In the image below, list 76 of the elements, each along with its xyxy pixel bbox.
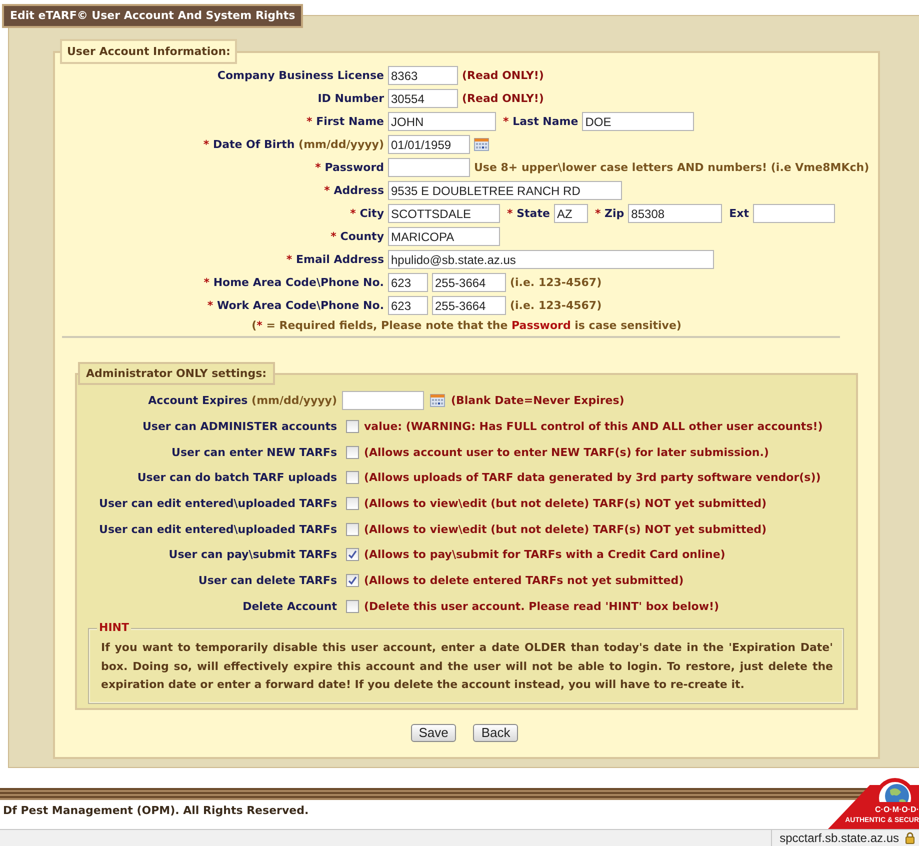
badge-text: C·O·M·O·D· [875, 804, 919, 816]
field-label: ID Number [316, 92, 384, 105]
text-field[interactable]: 85308 [628, 204, 722, 223]
text-field[interactable]: 01/01/1959 [388, 135, 470, 154]
permission-note: (Delete this user account. Please read 'HINT' box below!) [364, 600, 720, 613]
checkbox[interactable] [346, 497, 359, 510]
permission-label: User can do batch TARF uploads [136, 471, 337, 484]
permission-note: (Allows to view\edit (but not delete) TARF(s) NOT yet submitted) [364, 522, 767, 536]
checkbox[interactable] [346, 522, 359, 536]
field-label: * Home Area Code\Phone No. [202, 276, 384, 289]
field-note: (Read ONLY!) [462, 92, 544, 105]
text-field[interactable]: MARICOPA [388, 227, 500, 246]
permission-note: value: (WARNING: Has FULL control of this AND ALL other user accounts!) [364, 420, 823, 434]
field-label: Company Business License [216, 69, 384, 82]
checkbox[interactable] [346, 420, 359, 434]
calendar-icon[interactable] [430, 394, 445, 408]
date-field[interactable] [342, 391, 424, 410]
permission-label: User can enter NEW TARFs [170, 446, 337, 459]
field-note: (Blank Date=Never Expires) [451, 394, 624, 408]
permission-note: (Allows to view\edit (but not delete) TARF(s) NOT yet submitted) [364, 497, 767, 510]
text-field[interactable]: JOHN [388, 112, 496, 131]
permission-note: (Allows to delete entered TARFs not yet submitted) [364, 574, 684, 588]
text-field[interactable]: AZ [554, 204, 588, 223]
field-label: * First Name [305, 115, 384, 128]
permission-label: User can edit entered\uploaded TARFs [98, 522, 337, 536]
permission-label: User can ADMINISTER accounts [141, 420, 337, 434]
field-label: * County [330, 230, 384, 243]
text-field[interactable]: 623 [388, 296, 428, 315]
checkbox[interactable] [346, 548, 359, 562]
field-note: (i.e. 123-4567) [510, 299, 602, 312]
field-label: * City [349, 207, 384, 220]
field-note: Use 8+ upper\lower case letters AND numbers! (i.e Vme8MKch) [474, 161, 870, 174]
field-label: * Zip [594, 207, 624, 220]
permission-note: (Allows to pay\submit for TARFs with a Credit Card online) [364, 548, 726, 562]
field-label: * Work Area Code\Phone No. [206, 299, 384, 312]
checkbox[interactable] [346, 574, 359, 588]
field-label: Ext [729, 207, 750, 220]
lock-icon [905, 832, 915, 844]
text-field[interactable]: 623 [388, 273, 428, 292]
checkbox[interactable] [346, 446, 359, 459]
permission-label: Delete Account [242, 600, 337, 613]
field-label: Account Expires (mm/dd/yyyy) [147, 394, 337, 408]
text-field[interactable]: hpulido@sb.state.az.us [388, 250, 714, 269]
field-label: * Address [323, 184, 384, 197]
text-field[interactable]: 255-3664 [432, 273, 506, 292]
section-legend: Administrator ONLY settings: [78, 362, 275, 385]
back-button[interactable]: Back [473, 724, 518, 742]
field-label: * State [507, 207, 550, 220]
calendar-icon[interactable] [474, 138, 489, 151]
text-field[interactable]: 9535 E DOUBLETREE RANCH RD [388, 181, 622, 200]
text-field[interactable]: 255-3664 [432, 296, 506, 315]
text-field[interactable]: SCOTTSDALE [388, 204, 500, 223]
permission-note: (Allows uploads of TARF data generated by 3rd party software vendor(s)) [364, 471, 821, 484]
field-note: (i.e. 123-4567) [510, 276, 602, 289]
text-field[interactable]: DOE [582, 112, 694, 131]
permission-label: User can delete TARFs [197, 574, 337, 588]
text-field[interactable]: 30554 [388, 89, 458, 108]
required-note: (* = Required fields, Please note that the Password is case sensitive) [250, 318, 682, 334]
text-field[interactable] [753, 204, 836, 223]
permission-note: (Allows account user to enter NEW TARF(s) for later submission.) [364, 446, 769, 459]
save-button[interactable]: Save [410, 724, 456, 742]
field-note: (Read ONLY!) [462, 69, 544, 82]
permission-label: User can edit entered\uploaded TARFs [98, 497, 337, 510]
hint-text: If you want to temporarily disable this user account, enter a date OLDER than today's date in the 'Expiration Date' box. Doing so, will effectively expire this account and the user will not be able to login. To restore, just delete the expiration date or enter a forward date! If you delete the account instead, you will have to re-create it. [101, 640, 833, 694]
copyright-text: Df Pest Management (OPM). All Rights Reserved. [3, 804, 309, 817]
section-legend: User Account Information: [60, 39, 238, 64]
field-label: * Password [314, 161, 384, 174]
checkbox[interactable] [346, 471, 359, 484]
checkbox[interactable] [346, 600, 359, 613]
page-title: Edit eTARF© User Account And System Rights [2, 4, 304, 28]
field-label: * Email Address [285, 253, 384, 266]
text-field[interactable]: 8363 [388, 66, 458, 85]
field-label: * Last Name [503, 115, 578, 128]
text-field[interactable] [388, 158, 470, 177]
field-label: * Date Of Birth (mm/dd/yyyy) [202, 138, 384, 151]
permission-label: User can pay\submit TARFs [168, 548, 337, 562]
